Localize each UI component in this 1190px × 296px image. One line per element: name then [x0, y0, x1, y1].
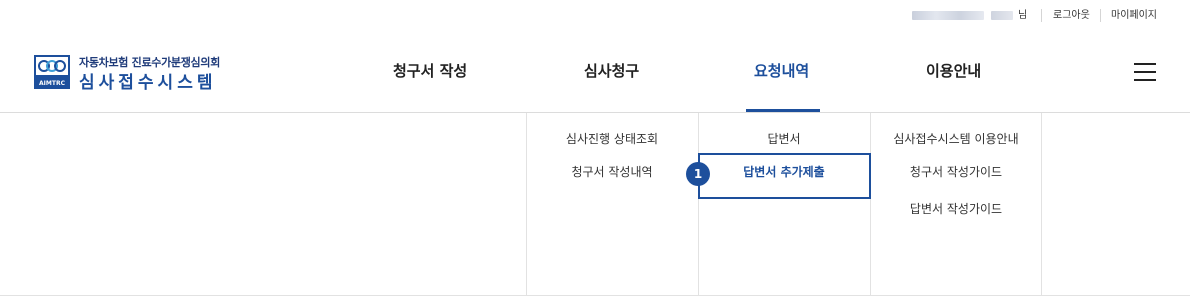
logo-title: 심사접수시스템: [79, 73, 217, 93]
submenu-answer-additional[interactable]: 답변서 추가제출: [743, 165, 824, 180]
masked-username: [912, 11, 984, 20]
logo-emblem-text: AIMTRC: [39, 80, 66, 87]
column-divider: [870, 113, 871, 296]
gnb-item-claim-write[interactable]: 청구서 작성: [393, 62, 467, 80]
main-header: AIMTRC 자동차보험 진료수가분쟁심의회 심사접수시스템 청구서 작성 심사…: [0, 32, 1190, 113]
hamburger-icon[interactable]: [1134, 63, 1156, 81]
gnb-item-guide[interactable]: 이용안내: [926, 62, 981, 80]
mypage-link[interactable]: 마이페이지: [1111, 9, 1157, 22]
gnb-item-request-history[interactable]: 요청내역: [754, 62, 809, 80]
hamburger-line: [1134, 79, 1156, 81]
submenu-claim-history[interactable]: 청구서 작성내역: [571, 165, 652, 180]
logout-link[interactable]: 로그아웃: [1053, 9, 1090, 22]
top-utility-bar: 님 로그아웃 마이페이지: [0, 0, 1190, 32]
submenu-answer-guide[interactable]: 답변서 작성가이드: [910, 202, 1002, 217]
gnb-active-indicator: [746, 109, 820, 112]
submenu-review-status[interactable]: 심사진행 상태조회: [566, 132, 658, 147]
logo-emblem-icon: AIMTRC: [34, 55, 70, 89]
user-suffix: 님: [1018, 10, 1028, 21]
submenu-answer[interactable]: 답변서: [767, 132, 800, 147]
column-divider: [1041, 113, 1042, 296]
divider: [1100, 9, 1101, 22]
site-logo[interactable]: AIMTRC 자동차보험 진료수가분쟁심의회 심사접수시스템: [34, 54, 254, 94]
gnb-item-review-request[interactable]: 심사청구: [584, 62, 639, 80]
column-divider: [526, 113, 527, 296]
hamburger-line: [1134, 71, 1156, 73]
submenu-system-guide[interactable]: 심사접수시스템 이용안내: [893, 132, 1018, 147]
hamburger-line: [1134, 63, 1156, 65]
step-badge: 1: [686, 162, 710, 186]
divider: [1041, 9, 1042, 22]
column-divider: [698, 113, 699, 296]
masked-username-extra: [991, 11, 1013, 20]
submenu-claim-guide[interactable]: 청구서 작성가이드: [910, 165, 1002, 180]
mega-dropdown-menu: 심사진행 상태조회 청구서 작성내역 답변서 답변서 추가제출 1 심사접수시스…: [0, 113, 1190, 296]
